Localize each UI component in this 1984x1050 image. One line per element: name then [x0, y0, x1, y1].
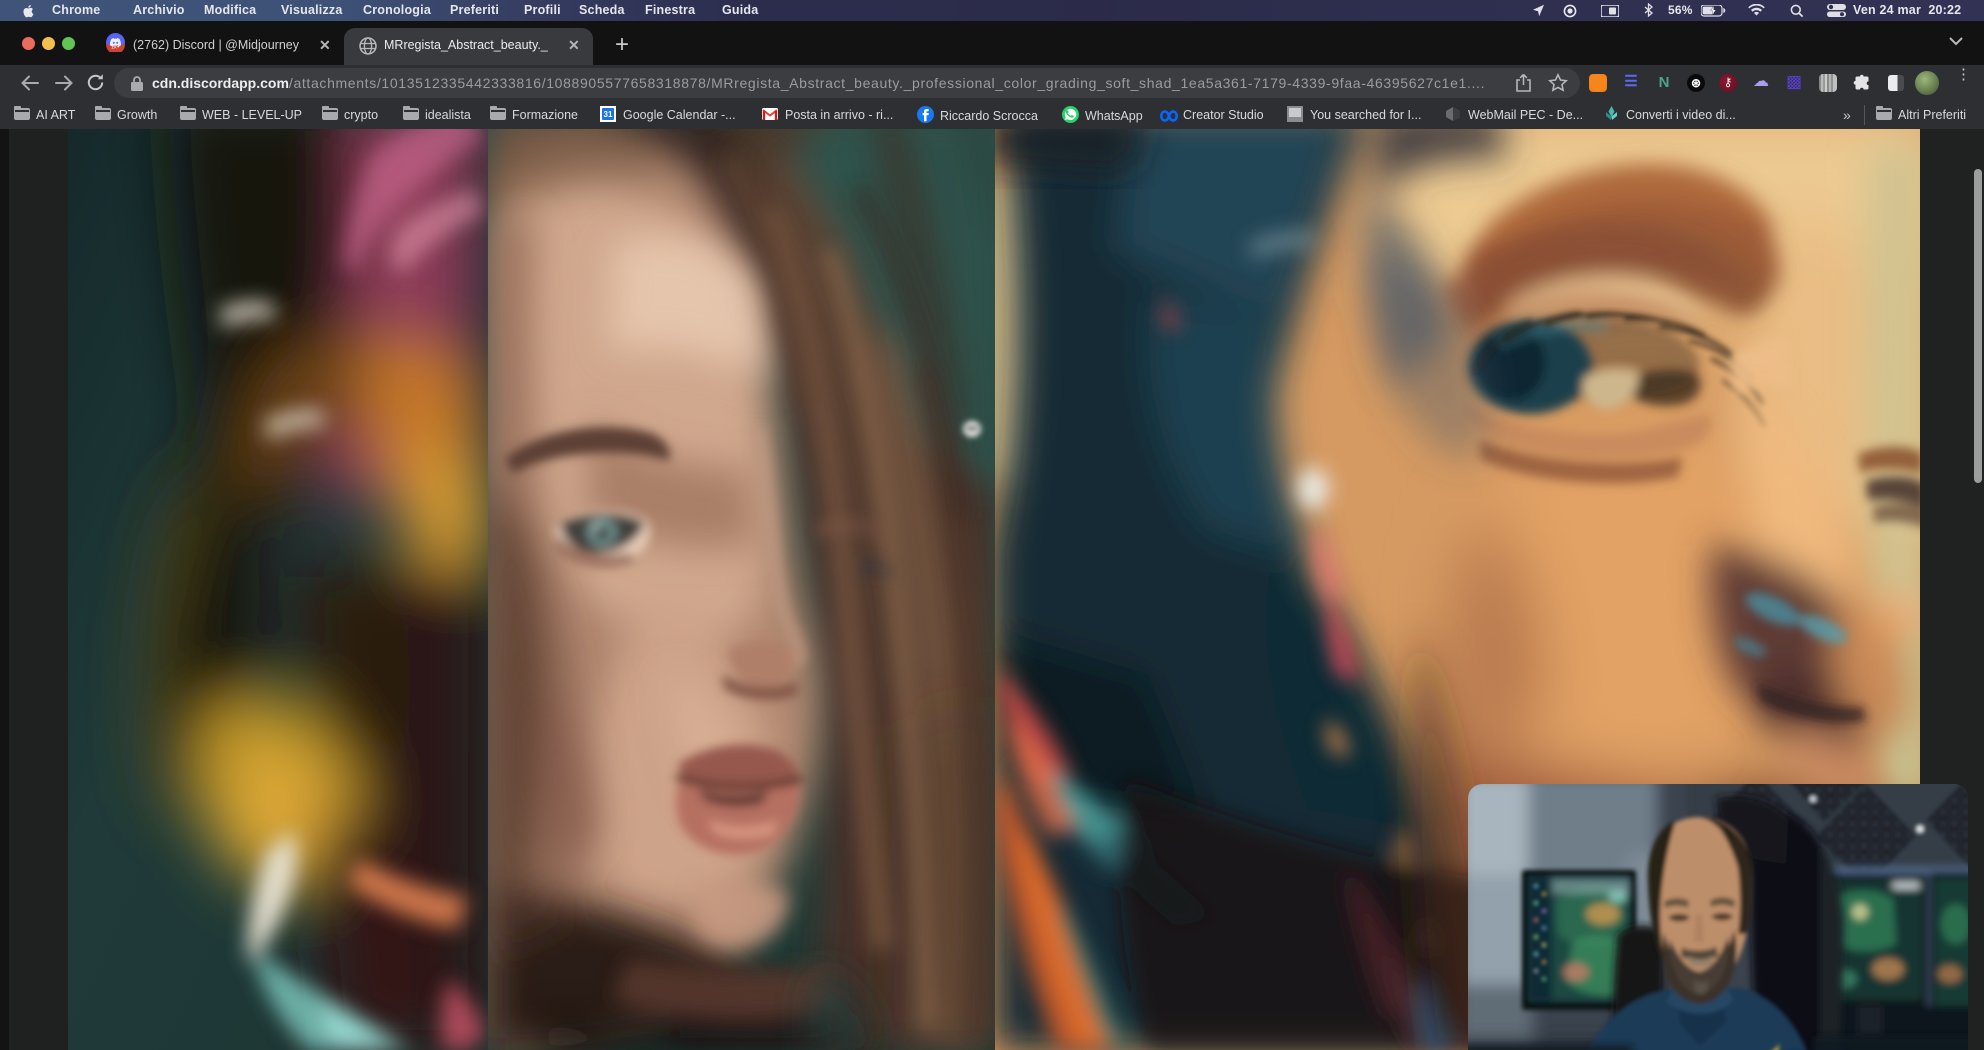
svg-text:2k+: 2k+ [111, 45, 119, 51]
